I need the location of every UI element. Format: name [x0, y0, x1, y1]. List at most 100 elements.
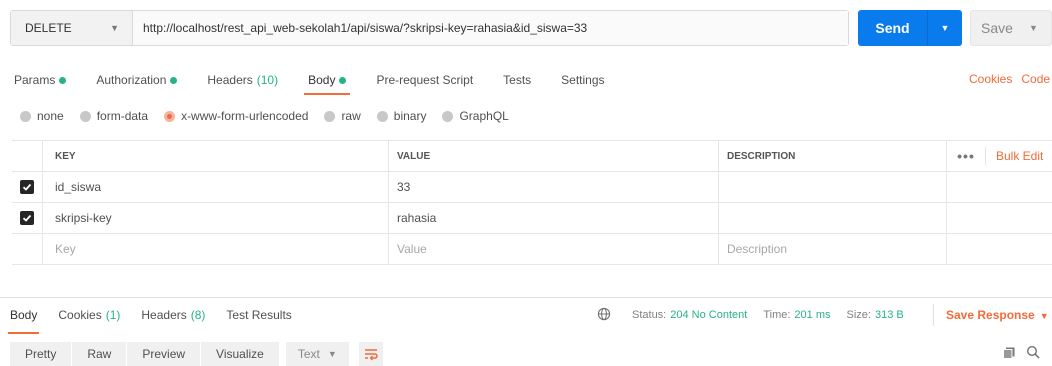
request-links: Cookies Code — [969, 72, 1052, 86]
key-placeholder[interactable]: Key — [42, 234, 388, 264]
header-value: VALUE — [388, 141, 718, 171]
response-tab-cookies[interactable]: Cookies (1) — [58, 308, 120, 322]
send-group: Send ▼ — [858, 10, 962, 46]
radio-label: raw — [341, 109, 361, 123]
chevron-down-icon: ▼ — [1029, 23, 1038, 33]
size-label: Size: — [846, 309, 871, 321]
header-key: KEY — [42, 141, 388, 171]
header-check-cell — [12, 141, 42, 171]
value-cell[interactable]: 33 — [388, 172, 718, 202]
description-placeholder[interactable]: Description — [718, 234, 946, 264]
response-tab-test-results[interactable]: Test Results — [226, 308, 291, 322]
save-response-button[interactable]: Save Response ▼ — [946, 308, 1049, 322]
radio-binary[interactable]: binary — [376, 109, 427, 123]
radio-raw[interactable]: raw — [324, 109, 361, 123]
tab-count: (1) — [105, 308, 121, 322]
tab-label: Settings — [561, 73, 605, 87]
actions-cell — [946, 234, 1052, 264]
code-link[interactable]: Code — [1021, 72, 1050, 86]
more-options-icon[interactable]: ••• — [947, 148, 985, 164]
view-raw-button[interactable]: Raw — [72, 342, 127, 366]
status-dot — [339, 76, 347, 84]
tab-count: (10) — [256, 73, 279, 87]
checkmark-icon — [22, 214, 32, 222]
table-row-empty: Key Value Description — [12, 234, 1052, 265]
response-meta: Status: 204 No Content Time: 201 ms Size… — [632, 309, 920, 321]
format-select[interactable]: Text ▼ — [285, 342, 349, 366]
radio-circle — [324, 110, 336, 122]
radio-form-data[interactable]: form-data — [79, 109, 149, 123]
radio-circle — [20, 110, 31, 122]
cookies-link[interactable]: Cookies — [969, 72, 1012, 86]
tab-tests[interactable]: Tests — [503, 73, 531, 87]
tab-label: Authorization — [96, 73, 167, 87]
tab-label: Cookies — [58, 308, 102, 322]
status-dot — [59, 76, 67, 84]
value-placeholder[interactable]: Value — [388, 234, 718, 264]
request-bar: DELETE ▼ — [10, 10, 849, 46]
table-row: skripsi-key rahasia — [12, 203, 1052, 234]
status-label: Status: — [632, 309, 667, 321]
view-preview-button[interactable]: Preview — [127, 342, 201, 366]
key-cell[interactable]: id_siswa — [42, 172, 388, 202]
request-tabs: Params Authorization Headers (10) Body Pr… — [14, 70, 635, 95]
method-label: DELETE — [25, 21, 72, 35]
row-checkbox[interactable] — [20, 180, 34, 194]
radio-none[interactable]: none — [20, 109, 64, 123]
response-divider — [0, 297, 1052, 298]
tab-label: Tests — [503, 73, 532, 87]
radio-label: form-data — [96, 109, 149, 123]
response-tab-headers[interactable]: Headers (8) — [141, 308, 205, 322]
copy-icon[interactable] — [1003, 347, 1015, 359]
radio-label: GraphQL — [459, 109, 509, 123]
save-button[interactable]: Save ▼ — [970, 10, 1052, 46]
radio-circle — [79, 110, 91, 122]
view-visualize-button[interactable]: Visualize — [201, 342, 279, 366]
time-value[interactable]: 201 ms — [794, 309, 830, 321]
radio-circle — [442, 110, 454, 122]
chevron-down-icon: ▼ — [940, 23, 950, 33]
size-value[interactable]: 313 B — [875, 309, 904, 321]
value-cell[interactable]: rahasia — [388, 203, 718, 233]
globe-icon[interactable] — [597, 307, 611, 321]
save-response-label: Save Response — [946, 308, 1035, 322]
checkmark-icon — [22, 183, 32, 191]
format-label: Text — [297, 347, 320, 361]
view-pretty-button[interactable]: Pretty — [10, 342, 72, 366]
row-checkbox[interactable] — [20, 211, 34, 225]
tab-authorization[interactable]: Authorization — [96, 73, 178, 87]
send-dropdown-button[interactable]: ▼ — [927, 10, 962, 46]
send-button[interactable]: Send — [858, 10, 927, 46]
response-tab-body[interactable]: Body — [7, 308, 40, 334]
tab-body[interactable]: Body — [304, 73, 351, 95]
tab-pre-request-script[interactable]: Pre-request Script — [376, 73, 473, 87]
actions-cell — [946, 203, 1052, 233]
description-cell[interactable] — [718, 172, 946, 202]
key-cell[interactable]: skripsi-key — [42, 203, 388, 233]
table-header-row: KEY VALUE DESCRIPTION ••• Bulk Edit — [12, 141, 1052, 172]
save-label: Save — [981, 20, 1013, 36]
method-select[interactable]: DELETE ▼ — [11, 11, 133, 45]
radio-label: binary — [393, 109, 427, 123]
tab-headers[interactable]: Headers (10) — [207, 73, 278, 87]
search-icon[interactable] — [1026, 345, 1040, 359]
radio-circle-selected — [164, 110, 176, 122]
wrap-lines-button[interactable] — [358, 342, 383, 366]
tab-label: Headers — [141, 308, 187, 322]
row-check-cell — [12, 172, 42, 202]
row-check-cell — [12, 234, 42, 264]
bulk-edit-link[interactable]: Bulk Edit — [985, 147, 1043, 165]
url-input[interactable] — [133, 11, 848, 45]
tab-params[interactable]: Params — [14, 73, 67, 87]
status-value[interactable]: 204 No Content — [670, 309, 747, 321]
response-view-bar: Pretty Raw Preview Visualize Text ▼ — [10, 342, 383, 366]
description-cell[interactable] — [718, 203, 946, 233]
body-type-radios: none form-data x-www-form-urlencoded raw… — [20, 109, 525, 123]
tab-label: Test Results — [226, 308, 292, 322]
actions-cell — [946, 172, 1052, 202]
tab-settings[interactable]: Settings — [561, 73, 604, 87]
tab-label: Body — [10, 308, 38, 322]
divider — [933, 304, 934, 326]
radio-x-www-form-urlencoded[interactable]: x-www-form-urlencoded — [164, 109, 308, 123]
radio-graphql[interactable]: GraphQL — [442, 109, 509, 123]
